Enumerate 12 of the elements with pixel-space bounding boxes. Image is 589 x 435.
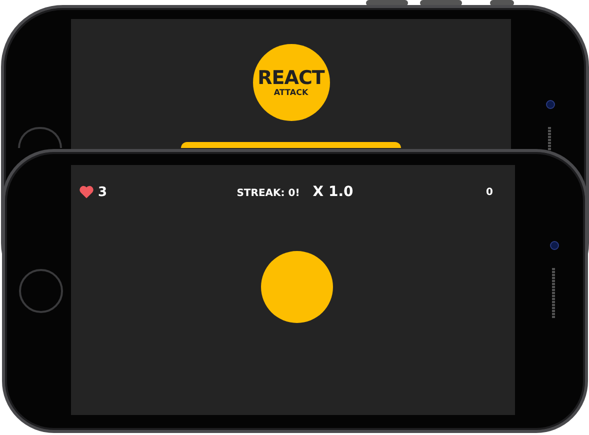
streak-label: STREAK: 0! — [236, 188, 300, 199]
heart-icon — [79, 185, 94, 199]
multiplier-label: X 1.0 — [312, 184, 354, 200]
camera-icon — [550, 241, 559, 250]
camera-icon — [546, 100, 555, 109]
menu-button[interactable] — [181, 142, 401, 148]
lives-count: 3 — [98, 184, 108, 200]
logo-title: REACT — [258, 68, 324, 88]
speaker-grille — [552, 268, 555, 318]
home-button[interactable] — [19, 269, 63, 313]
logo-subtitle: ATTACK — [274, 88, 308, 98]
score-label: 0 — [486, 186, 493, 198]
